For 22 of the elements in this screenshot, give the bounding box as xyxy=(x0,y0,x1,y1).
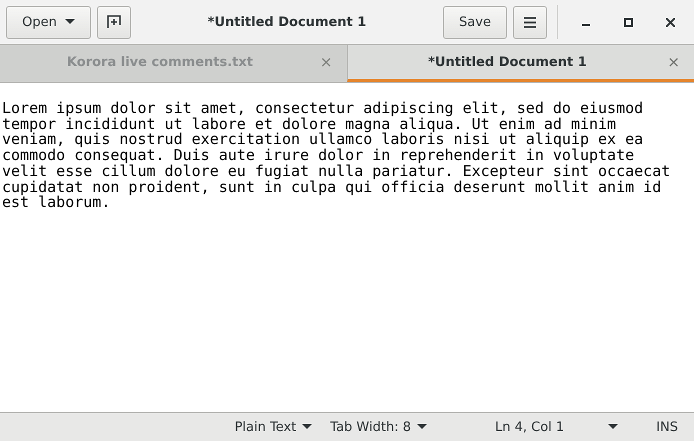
caret-icon xyxy=(608,424,618,430)
cursor-position-selector[interactable]: Ln 4, Col 1 xyxy=(486,420,626,434)
insert-mode[interactable]: INS xyxy=(648,420,678,434)
tab-label: *Untitled Document 1 xyxy=(427,54,588,70)
language-selector[interactable]: Plain Text xyxy=(226,420,320,434)
tab-label: Korora live comments.txt xyxy=(66,54,254,70)
tab-close-button[interactable]: × xyxy=(667,53,680,71)
caret-icon xyxy=(416,424,427,430)
save-button[interactable]: Save xyxy=(443,6,507,38)
tab-width-selector[interactable]: Tab Width: 8 xyxy=(322,420,435,434)
close-icon xyxy=(666,18,674,26)
menu-button[interactable] xyxy=(513,6,547,38)
menu-icon xyxy=(524,16,536,28)
window-title: *Untitled Document 1 xyxy=(206,14,368,30)
open-button[interactable]: Open xyxy=(6,6,91,38)
caret-icon xyxy=(64,19,75,25)
document-text: Lorem ipsum dolor sit amet, consectetur adipiscing elit, sed do eiusmod tempor incididunt ut labore et dolore magna aliqua. Ut enim ad minim veniam, quis nostrud exercitation ullamco laboris nisi ut aliquip ex ea commodo consequat. Duis aute irure dolor in reprehenderit in voluptate velit esse cillum dolore eu fugiat nulla pariatur. Excepteur sint occaecat cupidatat non proident, sunt in culpa qui officia deserunt mollit anim id est laborum. xyxy=(2,101,672,211)
new-document-icon xyxy=(107,15,121,29)
maximize-icon xyxy=(624,18,632,26)
caret-icon xyxy=(302,424,312,430)
new-tab-button[interactable] xyxy=(97,6,131,38)
document-tab[interactable]: *Untitled Document 1 × xyxy=(346,45,694,82)
